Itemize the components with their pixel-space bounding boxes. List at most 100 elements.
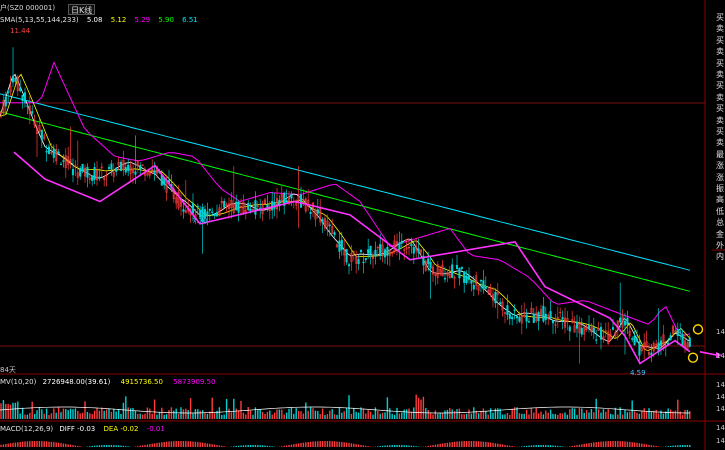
volume-bar <box>122 402 125 419</box>
volume-bar <box>168 410 170 419</box>
candle-body <box>467 275 471 280</box>
candle-body <box>518 316 521 322</box>
volume-bar <box>65 409 67 419</box>
volume-bar <box>525 409 528 419</box>
candle-body <box>451 264 454 278</box>
volume-bar <box>324 414 326 419</box>
volume-bar <box>473 407 475 419</box>
volume-bar <box>45 408 48 419</box>
sidebar-item-3[interactable]: 卖 <box>715 46 725 57</box>
candle-body <box>537 312 540 322</box>
volume-bar <box>86 411 89 419</box>
macd-bar <box>379 446 381 447</box>
candle-body <box>386 246 389 256</box>
volume-bar <box>139 413 141 419</box>
candle-body <box>107 167 111 169</box>
candle-body <box>631 338 634 340</box>
macd-bar <box>413 445 415 447</box>
sidebar-item-16[interactable]: 高 <box>715 194 725 205</box>
macd-bar <box>317 441 319 447</box>
candle-body <box>460 266 463 270</box>
volume-bar <box>521 413 523 419</box>
volume-bar <box>7 403 9 419</box>
volume-bar <box>482 408 485 419</box>
tab-period[interactable]: 日K线 <box>68 4 96 15</box>
candle-body <box>412 246 415 254</box>
sidebar-item-21[interactable]: 内 <box>715 251 725 262</box>
macd-bar <box>285 445 288 447</box>
macd-bar <box>45 441 48 447</box>
macd-bar <box>391 445 393 447</box>
volume-bar <box>204 412 206 419</box>
macd-bar <box>345 442 348 447</box>
sidebar-item-6[interactable]: 买 <box>715 80 725 91</box>
volume-bar <box>643 408 645 419</box>
candle-body <box>659 340 663 346</box>
macd-bar <box>384 445 386 447</box>
macd-bar <box>396 445 398 447</box>
sidebar-item-5[interactable]: 卖 <box>715 69 725 80</box>
macd-bar <box>307 442 309 447</box>
sidebar-item-13[interactable]: 涨 <box>715 160 725 171</box>
candle-body <box>62 160 65 162</box>
volume-bar <box>240 400 242 419</box>
candle-body <box>463 271 466 283</box>
sidebar-item-17[interactable]: 低 <box>715 206 725 217</box>
volume-bar <box>686 409 689 419</box>
macd-bar <box>449 442 451 447</box>
volume-bar <box>362 408 365 419</box>
sidebar-item-1[interactable]: 卖 <box>715 23 725 34</box>
candle-body <box>561 317 564 320</box>
macd-label: MACD(12,26,9) <box>0 425 54 433</box>
macd-bar <box>65 443 67 447</box>
candle-body <box>398 242 401 250</box>
volume-bar <box>432 414 434 419</box>
sidebar-item-12[interactable]: 最 <box>715 149 725 160</box>
volume-bar <box>269 410 271 419</box>
volume-bar <box>451 409 453 419</box>
macd-bar <box>180 441 182 447</box>
sidebar-item-7[interactable]: 卖 <box>715 92 725 103</box>
volume-bar <box>480 410 482 419</box>
sidebar-item-15[interactable]: 振 <box>715 183 725 194</box>
candle-body <box>98 176 101 179</box>
sidebar-item-14[interactable]: 涨 <box>715 172 725 183</box>
volume-value-2: 4915736.50 <box>120 378 163 386</box>
volume-bar <box>158 411 161 419</box>
candle-body <box>472 285 475 290</box>
sidebar-item-18[interactable]: 总 <box>715 217 725 228</box>
sidebar-item-2[interactable]: 买 <box>715 35 725 46</box>
sidebar-item-8[interactable]: 买 <box>715 103 725 114</box>
macd-bar <box>314 441 317 447</box>
volume-bar <box>101 407 103 419</box>
macd-bar <box>487 442 489 447</box>
sidebar-item-0[interactable]: 买 <box>715 12 725 23</box>
volume-bar <box>429 413 432 419</box>
volume-bar <box>595 398 597 419</box>
volume-bar <box>137 413 139 419</box>
sidebar-item-4[interactable]: 买 <box>715 58 725 69</box>
volume-bar <box>247 407 249 419</box>
macd-bar <box>297 443 300 447</box>
macd-bar <box>425 446 427 447</box>
sidebar-item-9[interactable]: 卖 <box>715 115 725 126</box>
candle-body <box>71 168 75 176</box>
macd-bar <box>554 445 557 447</box>
macd-bar <box>62 443 65 447</box>
candle-body <box>527 321 531 323</box>
candle-body <box>379 244 382 256</box>
volume-bar <box>533 412 535 419</box>
macd-bar <box>115 445 117 447</box>
macd-bar <box>281 446 283 447</box>
sidebar-item-10[interactable]: 买 <box>715 126 725 137</box>
sidebar-item-20[interactable]: 外 <box>715 240 725 251</box>
macd-bar <box>137 446 139 447</box>
sidebar-item-19[interactable]: 金 <box>715 229 725 240</box>
candle-body <box>484 286 487 289</box>
macd-bar <box>336 441 338 447</box>
volume-bar <box>38 407 41 419</box>
macd-bar <box>77 445 79 447</box>
sidebar-item-11[interactable]: 卖 <box>715 137 725 148</box>
macd-bar <box>542 445 545 447</box>
macd-bar <box>513 446 516 447</box>
